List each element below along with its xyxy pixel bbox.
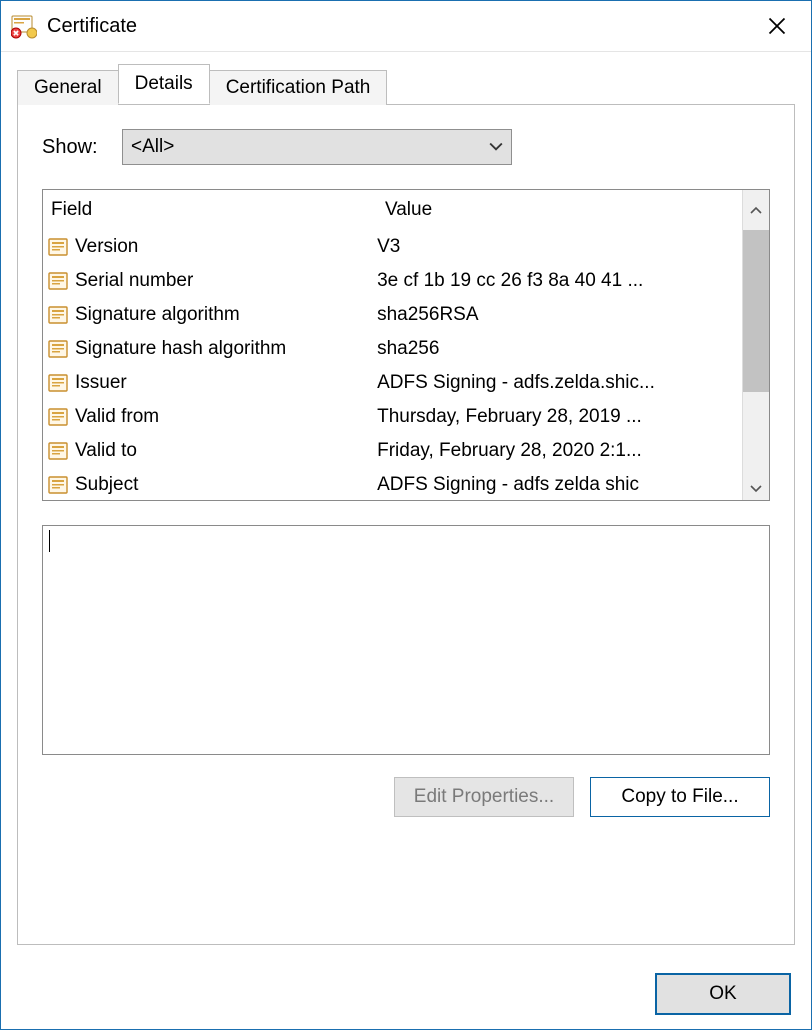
- field-name: Subject: [75, 474, 138, 496]
- property-icon: [47, 270, 69, 292]
- tab-details[interactable]: Details: [118, 64, 210, 104]
- dialog-footer: OK: [1, 961, 811, 1029]
- field-name: Valid from: [75, 406, 159, 428]
- list-item[interactable]: Valid to Friday, February 28, 2020 2:1...: [43, 434, 742, 468]
- property-icon: [47, 338, 69, 360]
- column-field[interactable]: Field: [43, 193, 377, 227]
- field-value: ADFS Signing - adfs zelda shic: [377, 474, 742, 496]
- show-filter-row: Show: <All>: [42, 129, 770, 165]
- scroll-down-button[interactable]: [743, 476, 769, 500]
- list-item[interactable]: Version V3: [43, 230, 742, 264]
- property-icon: [47, 474, 69, 496]
- field-name: Signature hash algorithm: [75, 338, 286, 360]
- tab-general[interactable]: General: [17, 70, 119, 105]
- field-value: 3e cf 1b 19 cc 26 f3 8a 40 41 ...: [377, 270, 742, 292]
- edit-properties-button: Edit Properties...: [394, 777, 574, 817]
- svg-text:✖: ✖: [13, 29, 20, 38]
- titlebar: ✖ Certificate: [1, 1, 811, 52]
- list-header: Field Value: [43, 190, 769, 230]
- show-combobox[interactable]: <All>: [122, 129, 512, 165]
- list-item[interactable]: Subject ADFS Signing - adfs zelda shic: [43, 468, 742, 500]
- field-name: Signature algorithm: [75, 304, 240, 326]
- field-name: Version: [75, 236, 138, 258]
- field-value: Thursday, February 28, 2019 ...: [377, 406, 742, 428]
- field-name: Issuer: [75, 372, 127, 394]
- window-title: Certificate: [47, 15, 749, 38]
- list-item[interactable]: Serial number 3e cf 1b 19 cc 26 f3 8a 40 …: [43, 264, 742, 298]
- scroll-up-button[interactable]: [742, 190, 769, 230]
- chevron-down-icon: [489, 139, 503, 155]
- certificate-icon: ✖: [11, 13, 37, 39]
- close-icon: [767, 16, 787, 36]
- field-name: Valid to: [75, 440, 137, 462]
- details-panel: Show: <All> Field Value Versio: [17, 104, 795, 945]
- field-value: Friday, February 28, 2020 2:1...: [377, 440, 742, 462]
- list-item[interactable]: Valid from Thursday, February 28, 2019 ..…: [43, 400, 742, 434]
- fields-listview[interactable]: Field Value Version V3 Serial number 3e cf …: [42, 189, 770, 501]
- scroll-thumb[interactable]: [743, 230, 769, 392]
- field-value: sha256RSA: [377, 304, 742, 326]
- list-item[interactable]: Signature algorithm sha256RSA: [43, 298, 742, 332]
- close-button[interactable]: [749, 6, 805, 46]
- action-buttons: Edit Properties... Copy to File...: [42, 777, 770, 817]
- certificate-dialog: ✖ Certificate General Details Certificat…: [0, 0, 812, 1030]
- tabstrip: General Details Certification Path: [17, 62, 795, 104]
- dialog-body: General Details Certification Path Show:…: [1, 52, 811, 961]
- property-icon: [47, 406, 69, 428]
- property-icon: [47, 372, 69, 394]
- copy-to-file-button[interactable]: Copy to File...: [590, 777, 770, 817]
- show-label: Show:: [42, 136, 122, 159]
- tab-certification-path[interactable]: Certification Path: [209, 70, 388, 105]
- text-cursor: [49, 530, 50, 552]
- detail-textarea[interactable]: [42, 525, 770, 755]
- list-item[interactable]: Issuer ADFS Signing - adfs.zelda.shic...: [43, 366, 742, 400]
- ok-button[interactable]: OK: [655, 973, 791, 1015]
- property-icon: [47, 304, 69, 326]
- list-item[interactable]: Signature hash algorithm sha256: [43, 332, 742, 366]
- field-value: sha256: [377, 338, 742, 360]
- column-value[interactable]: Value: [377, 193, 742, 227]
- field-value: V3: [377, 236, 742, 258]
- vertical-scrollbar[interactable]: [742, 230, 769, 500]
- property-icon: [47, 440, 69, 462]
- field-name: Serial number: [75, 270, 193, 292]
- field-value: ADFS Signing - adfs.zelda.shic...: [377, 372, 742, 394]
- show-selected-value: <All>: [131, 136, 174, 158]
- property-icon: [47, 236, 69, 258]
